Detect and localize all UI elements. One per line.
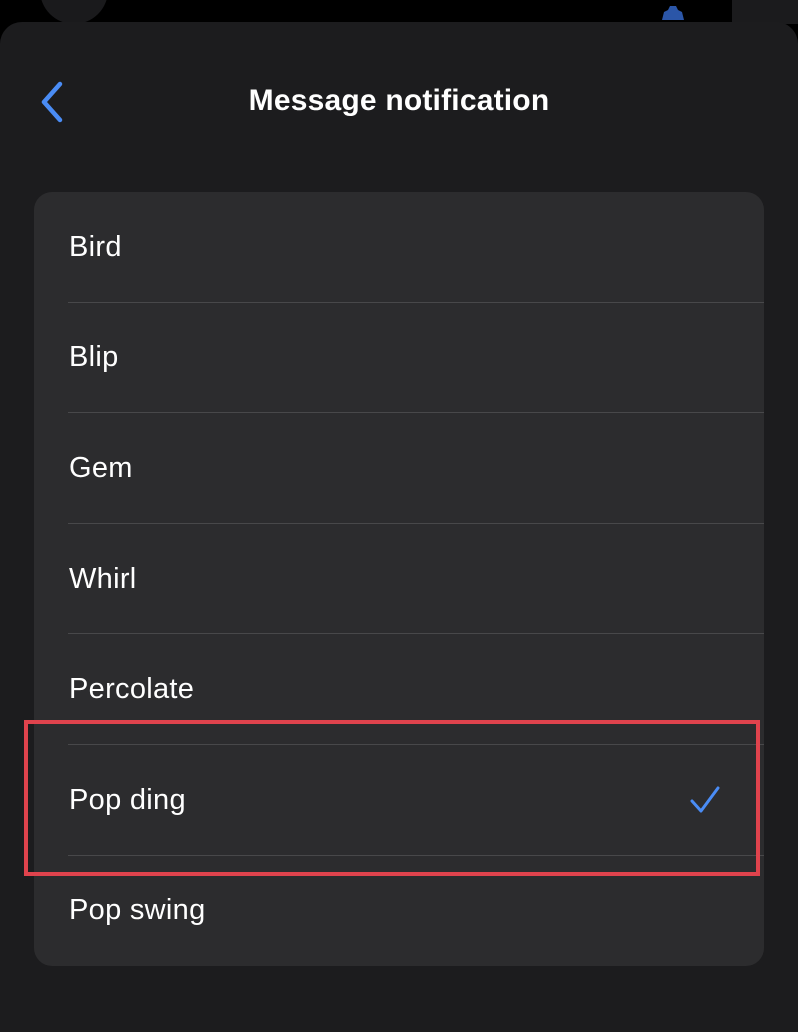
sound-option-bird[interactable]: Bird	[34, 192, 764, 303]
sound-option-whirl[interactable]: Whirl	[34, 524, 764, 635]
gear-icon	[654, 6, 692, 20]
sound-option-label: Bird	[69, 230, 122, 263]
page-title: Message notification	[248, 84, 550, 117]
sound-option-label: Gem	[69, 451, 133, 484]
avatar	[40, 0, 108, 24]
sound-option-label: Blip	[69, 341, 119, 374]
sound-option-label: Percolate	[69, 673, 195, 706]
sound-option-pop-swing[interactable]: Pop swing	[34, 856, 764, 966]
sound-option-blip[interactable]: Blip	[34, 303, 764, 414]
sound-list: Bird Blip Gem Whirl Percolate Pop ding P…	[34, 192, 764, 966]
sound-option-label: Pop ding	[69, 783, 186, 816]
background-panel	[732, 0, 798, 24]
sound-option-label: Whirl	[69, 562, 137, 595]
sound-option-gem[interactable]: Gem	[34, 413, 764, 524]
sound-option-pop-ding[interactable]: Pop ding	[34, 745, 764, 856]
sound-option-label: Pop swing	[69, 894, 206, 927]
sound-option-percolate[interactable]: Percolate	[34, 634, 764, 745]
checkmark-icon	[690, 786, 720, 813]
